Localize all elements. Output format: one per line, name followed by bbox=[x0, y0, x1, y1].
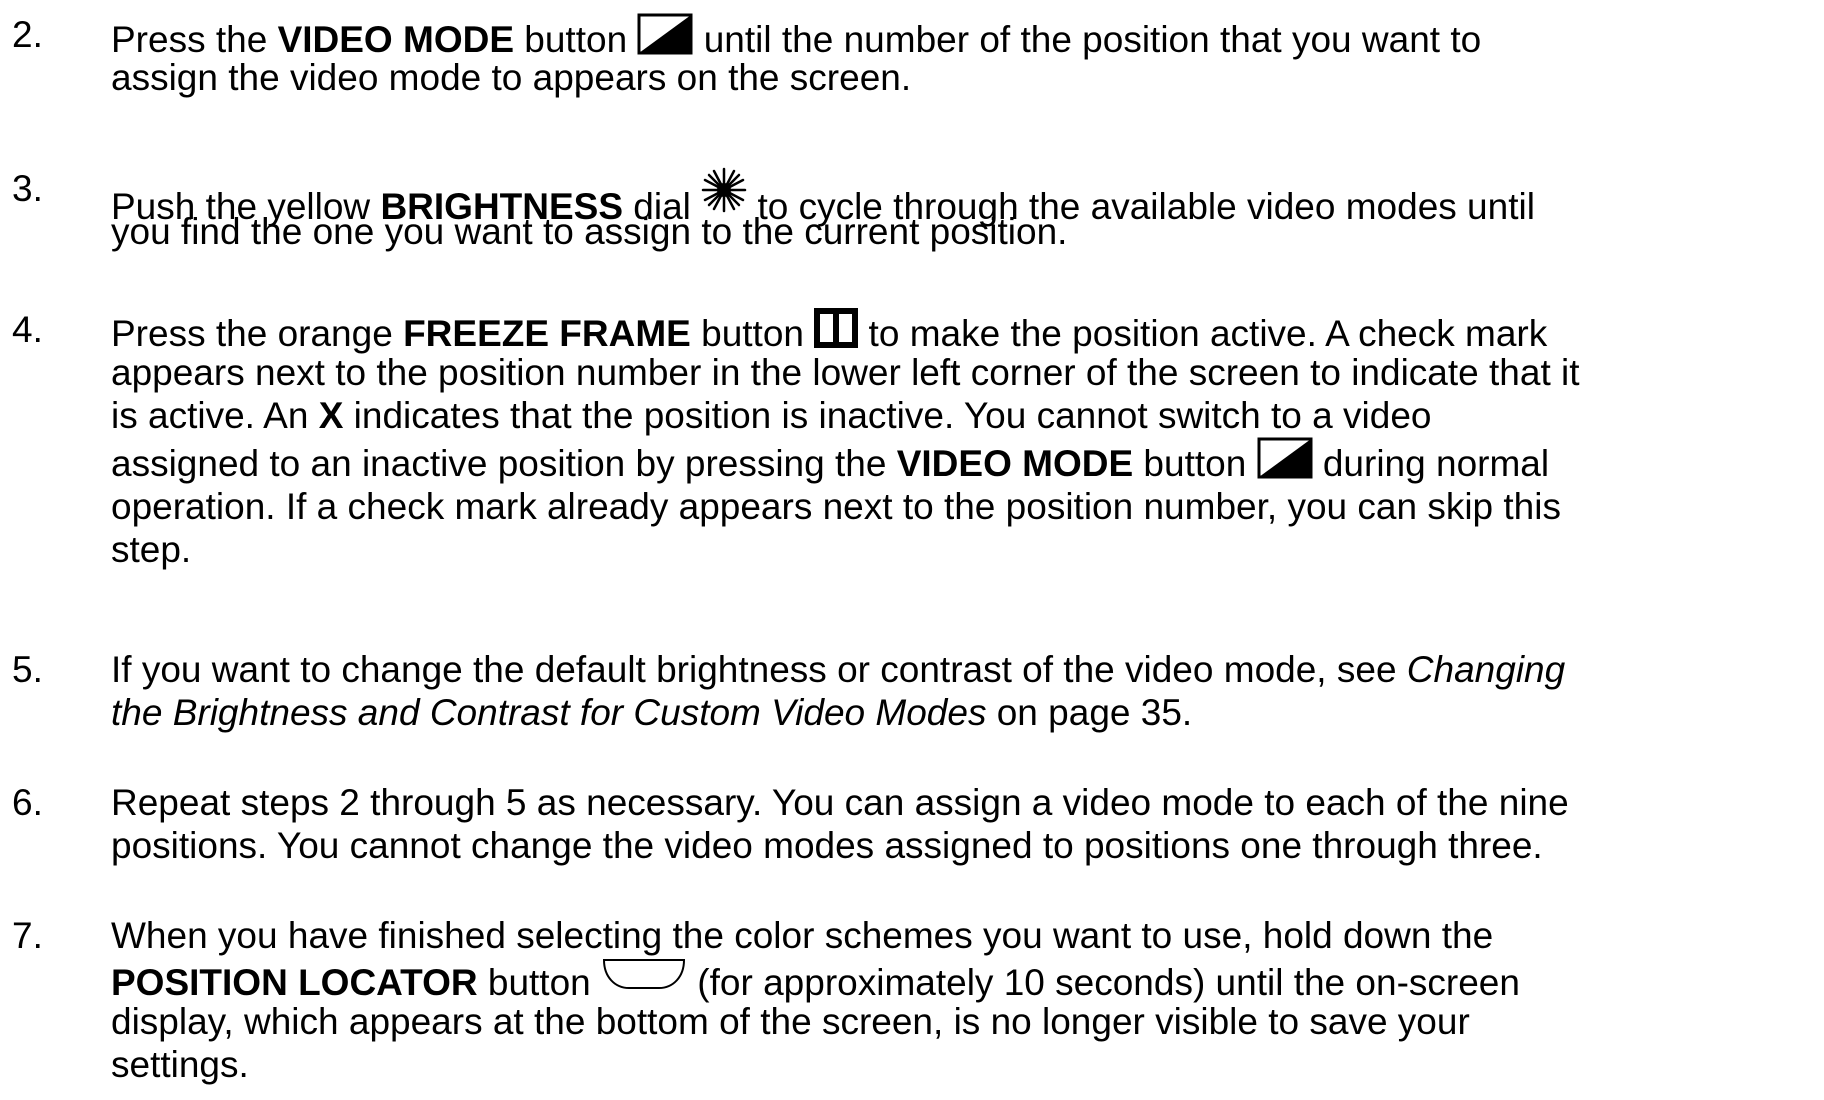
step-text: Repeat steps 2 through 5 as necessary. Y… bbox=[111, 781, 1823, 867]
text-line: the Brightness and Contrast for Custom V… bbox=[111, 691, 1823, 734]
step-text: Press the VIDEO MODE button until the nu… bbox=[111, 13, 1823, 99]
step-number: 6. bbox=[12, 782, 43, 823]
text-line: Repeat steps 2 through 5 as necessary. Y… bbox=[111, 782, 1569, 823]
text-run: Press the orange bbox=[111, 313, 404, 354]
text-line: step. bbox=[111, 529, 192, 570]
text-run: Press the bbox=[111, 19, 278, 60]
text-run: (for approximately 10 seconds) until the… bbox=[687, 962, 1520, 1003]
text-run: If you want to change the default bright… bbox=[111, 649, 1407, 690]
text-line: operation. If a check mark already appea… bbox=[111, 486, 1561, 527]
text-line: Press the orange FREEZE FRAME button to … bbox=[111, 308, 1823, 354]
text-line: assigned to an inactive position by pres… bbox=[111, 437, 1823, 485]
text-line: Push the yellow BRIGHTNESS dial to cycle… bbox=[111, 167, 1823, 227]
text-run: button bbox=[514, 19, 638, 60]
position-locator-icon bbox=[601, 957, 687, 991]
button-name: VIDEO MODE bbox=[277, 19, 514, 60]
text-line: assign the video mode to appears on the … bbox=[111, 57, 912, 98]
step-number: 3. bbox=[12, 168, 43, 209]
text-line: is active. An X indicates that the posit… bbox=[111, 394, 1823, 437]
text-line: Press the VIDEO MODE button until the nu… bbox=[111, 13, 1823, 60]
text-run: indicates that the position is inactive.… bbox=[343, 395, 1432, 436]
text-run: is active. An bbox=[111, 395, 319, 436]
text-run: during normal bbox=[1312, 443, 1550, 484]
text-run: to make the position active. A check mar… bbox=[858, 313, 1548, 354]
text-run: button bbox=[690, 313, 815, 354]
step-text: When you have finished selecting the col… bbox=[111, 914, 1823, 1086]
step-number: 7. bbox=[12, 915, 43, 956]
step-text: Press the orange FREEZE FRAME button to … bbox=[111, 308, 1823, 571]
text-run: on page 35. bbox=[986, 692, 1193, 733]
step-number: 2. bbox=[12, 14, 43, 55]
button-name: FREEZE FRAME bbox=[403, 313, 691, 354]
text-run: button bbox=[1133, 443, 1257, 484]
step-text: If you want to change the default bright… bbox=[111, 648, 1823, 734]
text-line: If you want to change the default bright… bbox=[111, 648, 1823, 691]
button-name: VIDEO MODE bbox=[896, 443, 1134, 484]
step-text: Push the yellow BRIGHTNESS dial to cycle… bbox=[111, 167, 1823, 253]
text-run: until the number of the position that yo… bbox=[693, 19, 1482, 60]
cross-reference: the Brightness and Contrast for Custom V… bbox=[111, 692, 987, 733]
step-number: 5. bbox=[12, 649, 43, 690]
inactive-mark: X bbox=[318, 395, 344, 436]
cross-reference: Changing bbox=[1406, 649, 1566, 690]
text-line: appears next to the position number in t… bbox=[111, 352, 1580, 393]
text-line: display, which appears at the bottom of … bbox=[111, 1001, 1470, 1042]
text-run: assigned to an inactive position by pres… bbox=[111, 443, 897, 484]
step-number: 4. bbox=[12, 309, 43, 350]
video-mode-icon bbox=[1257, 437, 1313, 479]
text-line: POSITION LOCATOR button (for approximate… bbox=[111, 957, 1823, 1003]
video-mode-icon bbox=[637, 13, 693, 55]
manual-page: 2. Press the VIDEO MODE button until the… bbox=[0, 0, 1824, 1100]
freeze-frame-icon bbox=[814, 308, 859, 348]
text-line: you find the one you want to assign to t… bbox=[111, 211, 1068, 252]
text-line: positions. You cannot change the video m… bbox=[111, 825, 1543, 866]
text-line: settings. bbox=[111, 1044, 249, 1085]
text-run: button bbox=[477, 962, 602, 1003]
button-name: POSITION LOCATOR bbox=[111, 962, 478, 1003]
text-line: When you have finished selecting the col… bbox=[111, 915, 1494, 956]
brightness-icon bbox=[701, 167, 747, 213]
